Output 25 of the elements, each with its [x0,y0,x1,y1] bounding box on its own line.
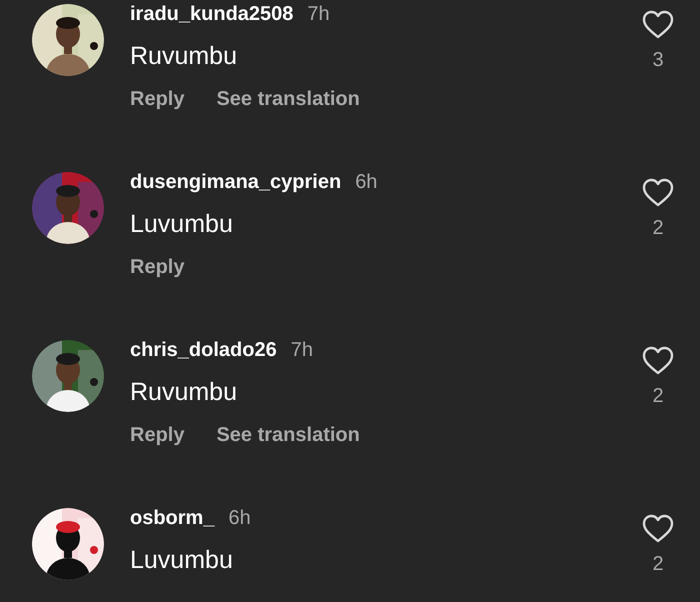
username[interactable]: osborm_ [130,506,214,530]
username[interactable]: iradu_kunda2508 [130,2,294,26]
comment-text: Luvumbu [130,209,234,240]
username[interactable]: dusengimana_cyprien [130,170,342,194]
like-count: 2 [652,385,664,408]
timestamp: 7h [307,2,330,26]
heart-icon[interactable] [642,514,674,543]
reply-link[interactable]: Reply [130,85,184,113]
timestamp: 6h [355,170,378,194]
heart-icon[interactable] [642,178,674,207]
translation-link[interactable]: See translation [216,421,360,449]
comment-text: Ruvumbu [130,41,238,72]
timestamp: 6h [228,506,251,530]
reply-link[interactable]: Reply [130,421,184,449]
comment-text: Luvumbu [130,545,234,576]
comment-text: Ruvumbu [130,377,238,408]
heart-icon[interactable] [642,10,674,39]
heart-icon[interactable] [642,346,674,375]
translation-link[interactable]: See translation [216,85,360,113]
username[interactable]: chris_dolado26 [130,338,277,362]
timestamp: 7h [290,338,313,362]
like-count: 3 [652,49,664,72]
like-count: 2 [652,217,664,240]
reply-link[interactable]: Reply [130,253,184,281]
like-count: 2 [652,553,664,576]
